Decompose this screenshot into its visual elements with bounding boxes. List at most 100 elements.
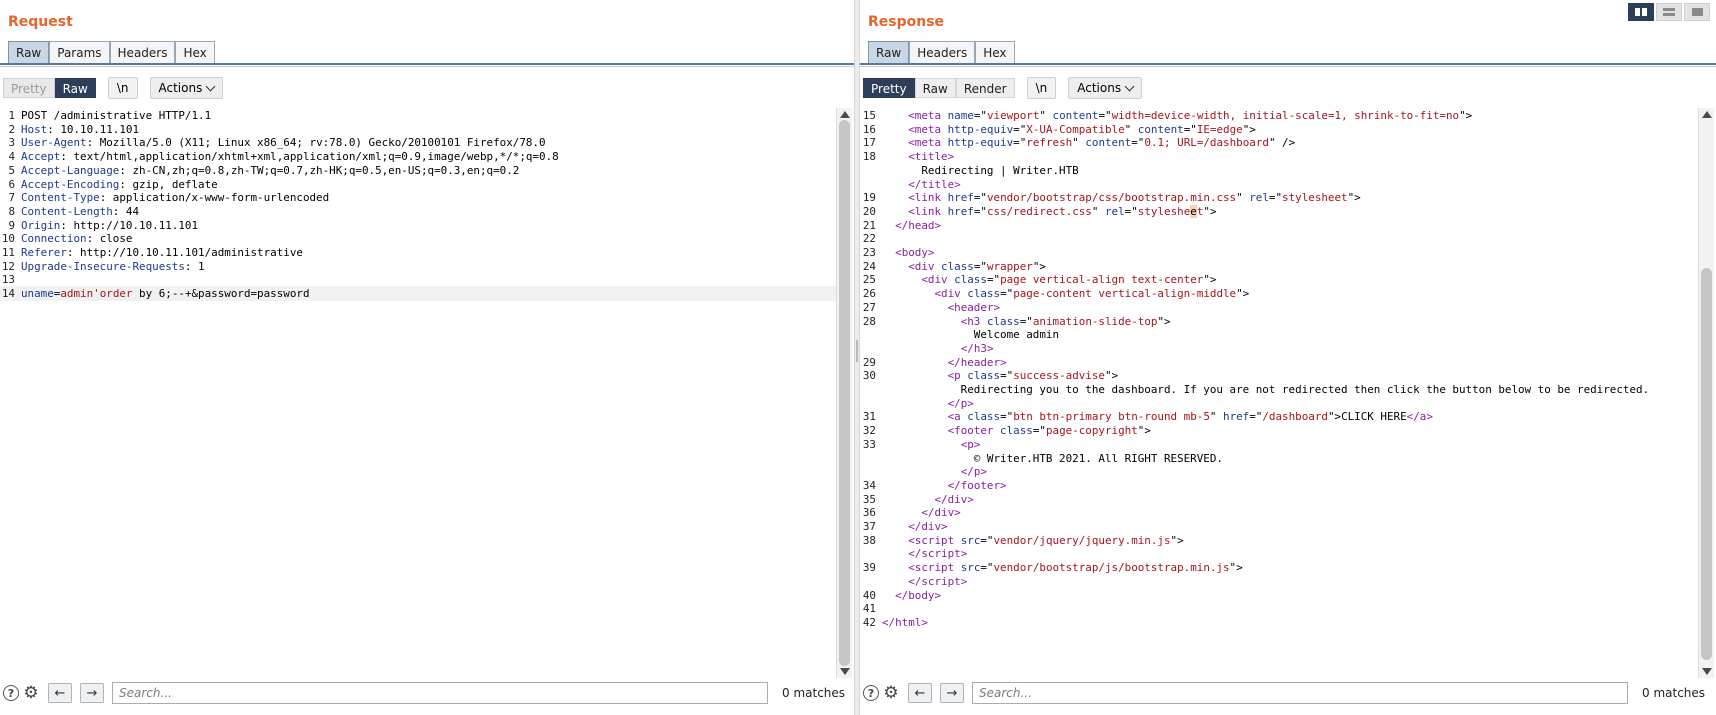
response-tabs: Raw Headers Hex bbox=[868, 41, 1015, 63]
tab-headers[interactable]: Headers bbox=[909, 41, 976, 63]
scroll-up-icon[interactable] bbox=[1702, 111, 1712, 118]
search-forward-button[interactable]: → bbox=[940, 683, 964, 703]
code-token: </ bbox=[895, 588, 909, 602]
tab-params[interactable]: Params bbox=[49, 41, 110, 63]
code-token: footer bbox=[954, 424, 994, 438]
scroll-down-icon[interactable] bbox=[1702, 668, 1712, 675]
search-input[interactable] bbox=[112, 682, 768, 704]
code-token: : 44 bbox=[112, 204, 140, 218]
code-token: " /> bbox=[1268, 136, 1296, 150]
code-token: body bbox=[908, 588, 935, 602]
code-token: head bbox=[908, 218, 935, 232]
line-number: 42 bbox=[862, 615, 876, 629]
code-token: page-copyright bbox=[1045, 424, 1138, 438]
pretty-toggle[interactable]: Pretty bbox=[863, 78, 915, 98]
help-icon[interactable]: ? bbox=[3, 685, 19, 701]
code-token: : http://10.10.11.101 bbox=[60, 218, 199, 232]
code-token: > bbox=[941, 520, 948, 533]
request-editor[interactable]: 1 POST /administrative HTTP/1.1 2 Host: 10.… bbox=[0, 108, 836, 676]
request-scrollbar[interactable] bbox=[836, 108, 852, 678]
response-title: Response bbox=[868, 14, 945, 30]
raw-toggle[interactable]: Raw bbox=[54, 78, 96, 98]
newline-toggle[interactable]: \n bbox=[1026, 77, 1057, 99]
gear-icon[interactable]: ⚙ bbox=[882, 684, 900, 702]
code-token: : gzip, deflate bbox=[119, 177, 218, 191]
response-pane: Response Raw Headers Hex Pretty Raw Rend… bbox=[860, 0, 1716, 715]
layout-switcher bbox=[1628, 3, 1710, 21]
layout-columns-button[interactable] bbox=[1628, 3, 1654, 21]
code-token: Redirecting you to the dashboard. If you… bbox=[882, 383, 1650, 396]
code-token: h3 bbox=[967, 314, 981, 328]
code-token: href bbox=[1223, 410, 1250, 424]
gear-icon[interactable]: ⚙ bbox=[22, 684, 40, 702]
tab-hex[interactable]: Hex bbox=[975, 41, 1015, 63]
code-token: > bbox=[1000, 478, 1007, 492]
actions-dropdown[interactable]: Actions bbox=[1068, 77, 1143, 99]
layout-tabs-button[interactable] bbox=[1684, 3, 1710, 21]
raw-toggle[interactable]: Raw bbox=[914, 78, 956, 98]
code-token: vendor/bootstrap/css/bootstrap.min.css bbox=[986, 191, 1237, 205]
tab-hex[interactable]: Hex bbox=[175, 41, 215, 63]
scroll-thumb[interactable] bbox=[839, 120, 850, 666]
code-token: header bbox=[960, 355, 1001, 369]
code-token: > bbox=[934, 218, 942, 232]
code-token: </ bbox=[921, 506, 935, 520]
response-scrollbar[interactable] bbox=[1698, 108, 1714, 678]
code-line[interactable]: 42 </html> bbox=[860, 615, 1696, 630]
code-token: </ bbox=[908, 520, 922, 533]
code-token: vendor/bootstrap/js/bootstrap.min.js bbox=[993, 561, 1230, 575]
search-forward-button[interactable]: → bbox=[80, 683, 104, 703]
columns-layout-icon bbox=[1635, 8, 1647, 16]
response-search-bar: ? ⚙ ← → 0 matches bbox=[860, 680, 1716, 706]
code-token: © Writer.HTB 2021. All RIGHT RESERVED. bbox=[882, 451, 1223, 465]
code-token: =" bbox=[1000, 287, 1014, 301]
code-token: </ bbox=[1406, 410, 1420, 424]
pretty-toggle[interactable]: Pretty bbox=[3, 78, 55, 98]
line-number: 14 bbox=[1, 287, 15, 301]
search-back-button[interactable]: ← bbox=[48, 683, 72, 703]
splitter-grip[interactable] bbox=[856, 340, 858, 362]
code-token: </ bbox=[960, 465, 974, 479]
code-token: > bbox=[967, 492, 974, 506]
tab-raw[interactable]: Raw bbox=[868, 41, 910, 63]
code-token: > bbox=[960, 547, 968, 561]
code-line[interactable]: 14 uname=admin'order by 6;--+&password=pa… bbox=[0, 286, 836, 302]
code-token: </ bbox=[908, 547, 922, 561]
help-icon[interactable]: ? bbox=[863, 685, 879, 701]
render-toggle[interactable]: Render bbox=[955, 78, 1015, 98]
tab-raw[interactable]: Raw bbox=[8, 41, 50, 63]
code-token: =" bbox=[1183, 122, 1197, 136]
newline-toggle[interactable]: \n bbox=[107, 77, 138, 99]
response-editor[interactable]: 15 <meta name="viewport" content="width=… bbox=[860, 108, 1696, 676]
search-input[interactable] bbox=[972, 682, 1628, 704]
code-token: "> bbox=[1236, 287, 1250, 301]
match-count: 0 matches bbox=[1642, 686, 1706, 700]
code-token: div bbox=[914, 259, 935, 273]
code-token: "> bbox=[1203, 273, 1217, 287]
actions-dropdown[interactable]: Actions bbox=[149, 77, 224, 99]
code-token: User-Agent bbox=[21, 136, 87, 150]
tab-headers[interactable]: Headers bbox=[109, 41, 176, 63]
scroll-up-icon[interactable] bbox=[840, 111, 850, 118]
code-token: href bbox=[947, 204, 974, 218]
scroll-down-icon[interactable] bbox=[840, 668, 850, 675]
code-token: > bbox=[986, 341, 994, 355]
code-token: > bbox=[1426, 410, 1433, 424]
layout-rows-button[interactable] bbox=[1656, 3, 1682, 21]
code-token: > bbox=[1000, 355, 1007, 369]
search-back-button[interactable]: ← bbox=[908, 683, 932, 703]
scroll-thumb[interactable] bbox=[1701, 268, 1712, 660]
tabs-layout-icon bbox=[1691, 8, 1703, 16]
code-token: wrapper bbox=[986, 259, 1033, 273]
request-tabs: Raw Params Headers Hex bbox=[8, 41, 215, 63]
